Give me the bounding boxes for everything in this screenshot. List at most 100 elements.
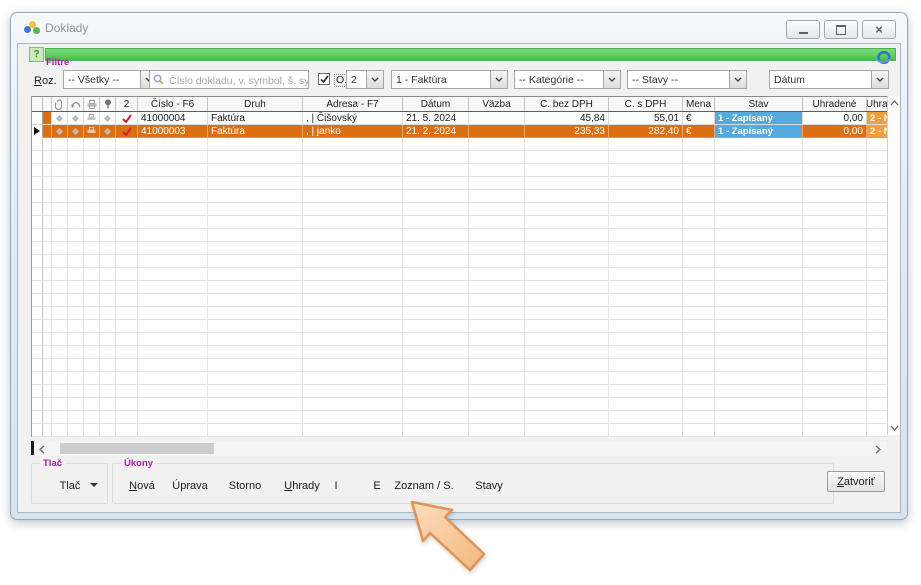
col-header-stav[interactable]: Stav bbox=[715, 97, 803, 111]
roz-select[interactable]: -- Všetky -- bbox=[63, 70, 158, 89]
empty-row[interactable] bbox=[32, 372, 888, 385]
progress-bar bbox=[45, 48, 896, 61]
empty-row[interactable] bbox=[32, 307, 888, 320]
empty-row[interactable] bbox=[32, 268, 888, 281]
col-header-cislo[interactable]: Číslo - F6 bbox=[138, 97, 208, 111]
paperclip-icon[interactable] bbox=[52, 97, 68, 111]
scroll-left-icon[interactable] bbox=[39, 445, 45, 454]
states-button[interactable]: Stavy bbox=[470, 475, 508, 494]
col-header-druh[interactable]: Druh bbox=[208, 97, 303, 111]
empty-row[interactable] bbox=[32, 229, 888, 242]
splitter-handle[interactable] bbox=[31, 441, 34, 455]
col-header-uhrad[interactable]: Uhrad bbox=[867, 97, 888, 111]
chevron-down-icon[interactable] bbox=[871, 71, 888, 88]
col-header-adresa[interactable]: Adresa - F7 bbox=[303, 97, 403, 111]
col-header-datum[interactable]: Dátum bbox=[403, 97, 469, 111]
grid-header-row: 2 Číslo - F6 Druh Adresa - F7 Dátum Väzb… bbox=[32, 96, 888, 112]
row-color-strip bbox=[43, 125, 52, 138]
current-row-icon bbox=[34, 127, 40, 135]
state-select[interactable]: -- Stavy -- bbox=[627, 70, 747, 89]
list-button[interactable]: Zoznam / S. bbox=[391, 475, 457, 494]
empty-row[interactable] bbox=[32, 151, 888, 164]
col-header-mena[interactable]: Mena bbox=[683, 97, 715, 111]
maximize-button[interactable] bbox=[824, 20, 858, 39]
print-caret-icon[interactable] bbox=[90, 483, 98, 487]
titlebar[interactable]: Doklady × bbox=[11, 13, 907, 43]
doc-type-select[interactable]: 1 - Faktúra bbox=[391, 70, 508, 89]
window-title: Doklady bbox=[45, 21, 88, 35]
col-header-c-s-dph[interactable]: C. s DPH bbox=[609, 97, 683, 111]
pin-dot-icon bbox=[104, 127, 111, 134]
col-header-check[interactable]: 2 bbox=[116, 97, 138, 111]
pointer-arrow-annotation bbox=[385, 494, 495, 579]
empty-row[interactable] bbox=[32, 242, 888, 255]
checked-icon bbox=[122, 127, 132, 136]
empty-row[interactable] bbox=[32, 320, 888, 333]
chevron-down-icon[interactable] bbox=[603, 71, 620, 88]
date-select[interactable]: Dátum bbox=[769, 70, 889, 89]
o-checkbox[interactable] bbox=[318, 73, 330, 85]
empty-row[interactable] bbox=[32, 333, 888, 346]
paid-status-badge: 2 - N bbox=[867, 125, 888, 138]
chevron-down-icon[interactable] bbox=[366, 71, 383, 88]
maximize-icon bbox=[836, 25, 846, 35]
empty-row[interactable] bbox=[32, 385, 888, 398]
vertical-scrollbar[interactable] bbox=[887, 96, 901, 435]
category-select[interactable]: -- Kategórie -- bbox=[514, 70, 621, 89]
table-row[interactable]: 41000004 Faktúra , | Čišovský 21. 5. 202… bbox=[32, 112, 888, 125]
empty-row[interactable] bbox=[32, 216, 888, 229]
pin-icon[interactable] bbox=[100, 97, 116, 111]
edit-button[interactable]: Úprava bbox=[166, 475, 214, 494]
col-header-c-bez-dph[interactable]: C. bez DPH bbox=[525, 97, 609, 111]
roz-label: Roz. bbox=[34, 75, 57, 87]
scroll-right-icon[interactable] bbox=[875, 445, 881, 454]
empty-row[interactable] bbox=[32, 398, 888, 411]
doklady-window: Doklady × ? Filtre Roz. -- Všetky -- bbox=[10, 12, 908, 520]
minimize-button[interactable] bbox=[786, 20, 820, 39]
attachment-dot-icon bbox=[56, 127, 63, 134]
status-badge: 1 - Zapísaný bbox=[715, 112, 802, 125]
status-badge: 1 - Zapísaný bbox=[715, 125, 802, 138]
help-button[interactable]: ? bbox=[29, 47, 44, 62]
close-icon: × bbox=[875, 23, 883, 36]
scrollbar-thumb[interactable] bbox=[60, 443, 214, 454]
chevron-down-icon[interactable] bbox=[729, 71, 746, 88]
scroll-down-icon[interactable] bbox=[890, 425, 899, 431]
empty-row[interactable] bbox=[32, 177, 888, 190]
close-dialog-button[interactable]: Zatvoriť bbox=[827, 471, 885, 492]
empty-row[interactable] bbox=[32, 255, 888, 268]
documents-grid: 2 Číslo - F6 Druh Adresa - F7 Dátum Väzb… bbox=[31, 96, 888, 437]
print-mini-icon bbox=[87, 114, 96, 122]
attachment-dot-icon bbox=[56, 114, 63, 121]
payments-button[interactable]: Uhrady bbox=[279, 475, 325, 494]
col-header-uhradene[interactable]: Uhradené bbox=[803, 97, 867, 111]
undo-icon[interactable] bbox=[68, 97, 84, 111]
scroll-up-icon[interactable] bbox=[890, 100, 899, 106]
storno-button[interactable]: Storno bbox=[223, 475, 267, 494]
empty-row[interactable] bbox=[32, 190, 888, 203]
search-input[interactable] bbox=[167, 71, 311, 90]
count-select[interactable]: 2 bbox=[346, 70, 384, 89]
horizontal-scrollbar[interactable] bbox=[31, 441, 887, 456]
new-button[interactable]: Nová bbox=[120, 475, 164, 494]
empty-row[interactable] bbox=[32, 164, 888, 177]
empty-row[interactable] bbox=[32, 281, 888, 294]
empty-row[interactable] bbox=[32, 346, 888, 359]
chevron-down-icon[interactable] bbox=[490, 71, 507, 88]
empty-row[interactable] bbox=[32, 424, 888, 437]
empty-row[interactable] bbox=[32, 138, 888, 151]
close-button[interactable]: × bbox=[862, 20, 896, 39]
e-button[interactable]: E bbox=[369, 475, 385, 494]
print-icon[interactable] bbox=[84, 97, 100, 111]
sync-icon[interactable] bbox=[876, 50, 892, 65]
empty-row[interactable] bbox=[32, 359, 888, 372]
empty-row[interactable] bbox=[32, 203, 888, 216]
empty-row[interactable] bbox=[32, 294, 888, 307]
app-icon bbox=[24, 21, 40, 35]
print-group: Tlač Tlač bbox=[31, 463, 108, 504]
i-button[interactable]: I bbox=[328, 475, 344, 494]
table-row-selected[interactable]: 41000003 Faktúra , | janko 21. 2. 2024 2… bbox=[32, 125, 888, 138]
check-icon bbox=[320, 75, 329, 84]
empty-row[interactable] bbox=[32, 411, 888, 424]
col-header-vazba[interactable]: Väzba bbox=[469, 97, 525, 111]
